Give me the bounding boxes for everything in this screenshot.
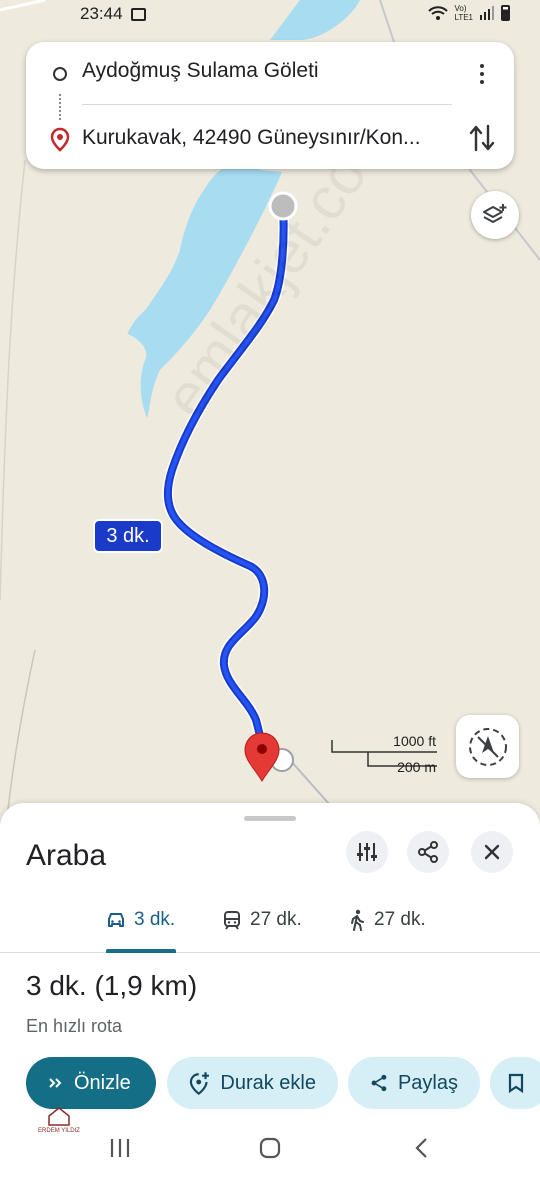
tab-transit[interactable]: 27 dk. <box>222 905 302 935</box>
scale-meters: 200 m <box>397 759 436 775</box>
field-divider <box>82 104 452 105</box>
tune-icon <box>357 843 377 861</box>
transit-icon <box>224 911 240 930</box>
tab-walk-label: 27 dk. <box>374 909 426 930</box>
walk-icon <box>351 909 364 931</box>
more-dot <box>480 72 484 76</box>
back-icon[interactable] <box>412 1137 432 1159</box>
share-button[interactable]: Paylaş <box>348 1057 480 1109</box>
share-icon <box>371 1074 387 1092</box>
recent-apps-icon[interactable] <box>108 1137 132 1159</box>
add-stop-button[interactable]: Durak ekle <box>167 1057 338 1109</box>
active-tab-indicator <box>106 949 176 953</box>
preview-button[interactable]: Önizle <box>26 1057 156 1109</box>
route-connector <box>59 94 61 120</box>
share-route-button[interactable] <box>407 831 449 873</box>
add-stop-label: Durak ekle <box>220 1071 316 1094</box>
double-chevron-icon <box>49 1078 62 1088</box>
travel-mode-tabs: 3 dk. 27 dk. 27 dk. <box>0 891 540 953</box>
more-dot <box>480 80 484 84</box>
system-nav-bar <box>0 1125 540 1180</box>
route-note: En hızlı rota <box>26 1016 123 1036</box>
preview-label: Önizle <box>74 1071 131 1094</box>
layers-button[interactable] <box>471 191 519 239</box>
route-summary: 3 dk. (1,9 km) <box>26 970 198 1001</box>
signal-icon <box>480 6 494 20</box>
map-scale: 1000 ft 200 m <box>330 733 440 779</box>
share-icon <box>418 841 438 863</box>
status-time: 23:44 <box>80 4 123 23</box>
status-bar: 23:44 Vo) LTE1 <box>0 0 540 28</box>
home-icon[interactable] <box>258 1137 282 1159</box>
action-buttons: Önizle Durak ekle Paylaş <box>26 1057 540 1109</box>
directions-card: Aydoğmuş Sulama Göleti Kurukavak, 42490 … <box>26 42 514 169</box>
swap-icon[interactable] <box>468 122 496 154</box>
car-icon <box>108 913 124 927</box>
scale-feet: 1000 ft <box>393 733 436 749</box>
tab-car[interactable]: 3 dk. <box>106 905 175 935</box>
destination-field[interactable]: Kurukavak, 42490 Güneysınır/Kon... <box>82 126 450 150</box>
start-marker <box>268 191 298 221</box>
route-options-button[interactable] <box>346 831 388 873</box>
house-logo-icon <box>48 1107 70 1126</box>
mode-title: Araba <box>26 839 107 872</box>
more-dot <box>480 64 484 68</box>
battery-icon <box>501 5 510 21</box>
share-label: Paylaş <box>397 1071 458 1094</box>
destination-pin-icon[interactable] <box>244 732 280 782</box>
close-icon <box>484 844 500 860</box>
tab-car-label: 3 dk. <box>134 909 176 930</box>
more-options-button[interactable] <box>472 60 492 88</box>
close-button[interactable] <box>471 831 513 873</box>
add-stop-icon <box>189 1072 209 1095</box>
bookmark-icon <box>508 1073 524 1093</box>
destination-pin-icon <box>50 127 70 152</box>
recenter-button[interactable] <box>456 715 519 778</box>
status-icons: Vo) LTE1 <box>428 4 510 22</box>
origin-field[interactable]: Aydoğmuş Sulama Göleti <box>82 59 319 83</box>
sheet-drag-handle[interactable] <box>244 816 296 821</box>
tab-transit-label: 27 dk. <box>250 909 302 930</box>
tab-walk[interactable]: 27 dk. <box>348 905 426 935</box>
route-time-label[interactable]: 3 dk. <box>93 519 163 553</box>
layers-icon <box>483 204 507 223</box>
save-button[interactable] <box>490 1057 540 1109</box>
compass-icon <box>468 727 507 766</box>
wifi-icon <box>428 6 449 20</box>
network-label: Vo) LTE1 <box>454 4 473 22</box>
gallery-notification-icon <box>130 7 146 21</box>
origin-circle-icon <box>53 67 67 81</box>
